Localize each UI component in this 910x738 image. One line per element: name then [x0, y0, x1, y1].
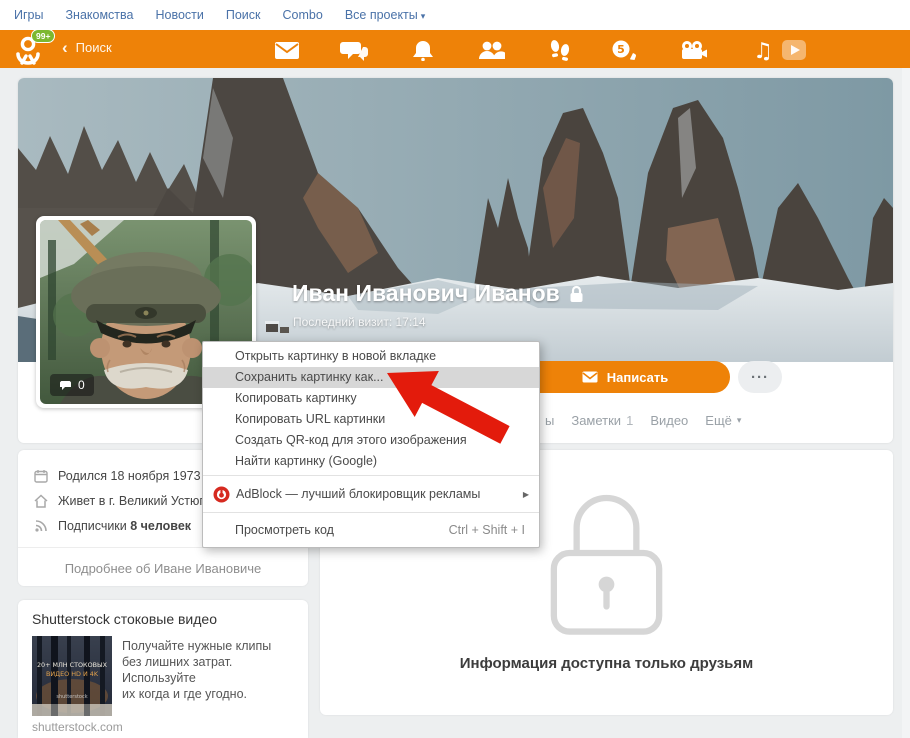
menu-separator [203, 512, 539, 513]
menu-item-create-qr[interactable]: Создать QR-код для этого изображения [203, 430, 539, 451]
more-about-link[interactable]: Подробнее об Иване Ивановиче [18, 547, 308, 589]
calendar-icon [34, 469, 48, 483]
tab-more[interactable]: Ещё ▾ [705, 413, 741, 428]
subscribers-count: 8 человек [130, 519, 191, 533]
tab-more-label: Ещё [705, 413, 732, 428]
profile-name: Иван Иванович Иванов [292, 280, 584, 307]
envelope-icon [582, 371, 598, 383]
page: Игры Знакомства Новости Поиск Combo Все … [0, 0, 910, 738]
subscribers-text: Подписчики 8 человек [58, 519, 191, 533]
tab-notes[interactable]: Заметки 1 [571, 413, 633, 428]
ad-thumb-line2: ВИДЕО HD И 4K [46, 670, 99, 678]
notifications-icon[interactable] [408, 39, 438, 61]
ad-line: Получайте нужные клипы [122, 638, 300, 654]
ad-title[interactable]: Shutterstock стоковые видео [18, 600, 308, 635]
ad-description: Получайте нужные клипы без лишних затрат… [122, 638, 300, 702]
nav-link-dating[interactable]: Знакомства [65, 8, 133, 22]
nav-link-search[interactable]: Поиск [226, 8, 261, 22]
nav-link-combo[interactable]: Combo [283, 8, 323, 22]
last-visit: Последний визит: 17:14 [293, 315, 426, 329]
video-camera-icon[interactable] [678, 39, 708, 61]
comments-count: 0 [78, 378, 85, 392]
comment-icon [59, 380, 72, 391]
profile-name-text: Иван Иванович Иванов [292, 280, 560, 307]
svg-text:♫: ♫ [753, 39, 773, 61]
ad-thumb-brand: shutterstock [56, 694, 87, 700]
menu-item-inspect[interactable]: Просмотреть код Ctrl + Shift + I [203, 516, 539, 543]
nav-link-games[interactable]: Игры [14, 8, 43, 22]
more-actions-button[interactable]: ··· [738, 361, 782, 393]
menu-item-save-image-as[interactable]: Сохранить картинку как... [203, 367, 539, 388]
nav-link-all-projects[interactable]: Все проекты▾ [345, 8, 426, 22]
back-label: Поиск [76, 40, 112, 55]
locked-message: Информация доступна только друзьям [320, 655, 893, 672]
top-nav: Игры Знакомства Новости Поиск Combo Все … [0, 0, 910, 30]
messages-icon[interactable] [272, 39, 302, 61]
write-message-label: Написать [607, 370, 668, 385]
guests-icon[interactable] [544, 39, 574, 61]
ad-line: без лишних затрат. Используйте [122, 654, 300, 686]
chevron-left-icon: ‹ [62, 41, 68, 55]
videos-app-icon[interactable] [779, 39, 809, 61]
subscribers-prefix: Подписчики [58, 519, 130, 533]
friends-icon[interactable] [476, 39, 506, 61]
back-to-search[interactable]: ‹ Поиск [62, 40, 112, 55]
tab-notes-label: Заметки [571, 413, 621, 428]
all-projects-label: Все проекты [345, 8, 418, 22]
menu-item-open-image[interactable]: Открыть картинку в новой вкладке [203, 346, 539, 367]
scrollbar-track[interactable] [902, 68, 910, 738]
home-icon [34, 494, 48, 508]
chevron-down-icon: ▾ [737, 415, 742, 426]
music-icon[interactable]: ♫ [748, 39, 778, 61]
private-profile-lock-icon [569, 285, 584, 303]
payments-icon[interactable]: 5 [608, 39, 638, 61]
profile-tabs: ы Заметки 1 Видео Ещё ▾ [545, 413, 741, 428]
big-lock-icon [519, 476, 694, 641]
adblock-label: AdBlock — лучший блокировщик рекламы [236, 487, 480, 501]
photo-comments-badge[interactable]: 0 [50, 374, 94, 396]
chevron-down-icon: ▾ [421, 11, 426, 21]
menu-item-copy-image[interactable]: Копировать картинку [203, 388, 539, 409]
svg-text:5: 5 [617, 43, 625, 56]
ad-thumb-line1: 20+ МЛН СТОКОВЫХ [37, 661, 108, 669]
adblock-icon [213, 486, 230, 503]
menu-item-adblock[interactable]: AdBlock — лучший блокировщик рекламы ▶ [203, 479, 539, 509]
ad-card: Shutterstock стоковые видео 20+ МЛН СТОК… [18, 600, 308, 738]
birthday-text: Родился 18 ноября 1973 (47 [58, 469, 222, 483]
discussions-icon[interactable] [340, 39, 370, 61]
tab-notes-count: 1 [626, 413, 633, 428]
notifications-count-badge: 99+ [31, 29, 55, 43]
nav-link-news[interactable]: Новости [155, 8, 203, 22]
inspect-label: Просмотреть код [203, 523, 334, 537]
submenu-arrow-icon: ▶ [523, 490, 529, 499]
menu-separator [203, 475, 539, 476]
ad-thumbnail[interactable]: 20+ МЛН СТОКОВЫХ ВИДЕО HD И 4K shutterst… [32, 636, 112, 716]
tab-partial[interactable]: ы [545, 413, 554, 428]
context-menu: Открыть картинку в новой вкладке Сохрани… [202, 341, 540, 548]
tab-video[interactable]: Видео [650, 413, 688, 428]
menu-item-copy-image-url[interactable]: Копировать URL картинки [203, 409, 539, 430]
subscribers-icon [34, 519, 48, 533]
inspect-shortcut: Ctrl + Shift + I [449, 523, 539, 537]
ad-domain[interactable]: shutterstock.com [32, 720, 123, 734]
write-message-button[interactable]: Написать [520, 361, 730, 393]
ad-line: их когда и где угодно. [122, 686, 300, 702]
menu-item-search-google[interactable]: Найти картинку (Google) [203, 451, 539, 472]
